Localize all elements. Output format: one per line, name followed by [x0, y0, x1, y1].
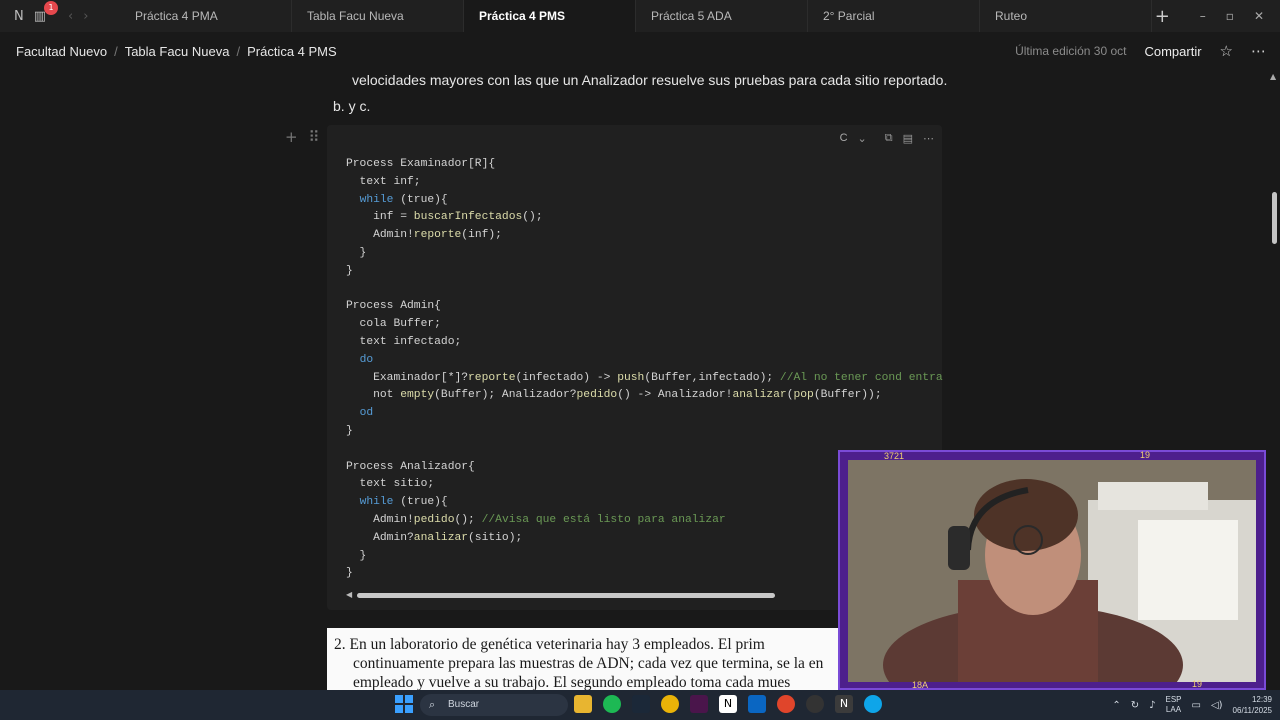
code-line: inf = buscarInfectados();: [346, 211, 543, 224]
chrome-icon[interactable]: [661, 695, 679, 713]
tab-practica-4-pma[interactable]: Práctica 4 PMA: [120, 0, 292, 32]
exercise-image: 2. En un laboratorio de genética veterin…: [327, 628, 847, 690]
code-line: Admin!reporte(inf);: [346, 229, 502, 242]
search-icon: ⌕: [429, 698, 436, 711]
code-toolbar: C ⌄ ⧉ ▤ ⋯: [840, 131, 934, 145]
breadcrumb-item-facultad[interactable]: Facultad Nuevo: [16, 44, 107, 59]
taskbar-search[interactable]: ⌕ Buscar: [420, 694, 568, 716]
search-placeholder: Buscar: [448, 699, 480, 710]
tab-practica-4-pms[interactable]: Práctica 4 PMS: [464, 0, 636, 32]
code-line: do: [359, 353, 374, 366]
microphone-icon[interactable]: ♪: [1149, 700, 1155, 711]
scroll-up-icon[interactable]: ▲: [1270, 72, 1276, 81]
code-line: while (true){: [359, 193, 448, 206]
tab-ruteo[interactable]: Ruteo: [980, 0, 1152, 32]
code-line: }: [346, 246, 367, 259]
forward-arrow-icon[interactable]: ›: [83, 9, 88, 24]
chrome-alt-icon[interactable]: [777, 695, 795, 713]
sync-icon[interactable]: ↻: [1131, 700, 1139, 711]
code-line: Process Admin{: [346, 300, 441, 313]
close-icon[interactable]: ✕: [1254, 9, 1264, 23]
browser-tab-bar: N ▥ 1 ‹ › Práctica 4 PMA Tabla Facu Nueva…: [0, 0, 1280, 32]
code-line: }: [346, 264, 353, 277]
spotify-icon[interactable]: [603, 695, 621, 713]
code-line: text inf;: [346, 175, 421, 188]
more-options-icon[interactable]: ⋯: [1251, 42, 1266, 60]
favorite-star-icon[interactable]: ☆: [1220, 42, 1233, 60]
vertical-scrollbar-thumb[interactable]: [1272, 192, 1277, 244]
paper-line: continuamente prepara las muestras de AD…: [353, 655, 824, 672]
breadcrumb-separator: /: [114, 43, 118, 59]
breadcrumb-separator: /: [236, 43, 241, 59]
code-line: }: [346, 424, 353, 437]
steam-icon[interactable]: [632, 695, 650, 713]
tab-practica-5-ada[interactable]: Práctica 5 ADA: [636, 0, 808, 32]
tab-bar-icons: N ▥ 1 ‹ ›: [0, 0, 120, 32]
code-line: Process Examinador[R]{: [346, 158, 496, 170]
page-header: Facultad Nuevo / Tabla Facu Nueva / Prác…: [0, 32, 1280, 70]
code-line: not empty(Buffer); Analizador?pedido() -…: [346, 389, 882, 402]
chevron-down-icon[interactable]: ⌄: [858, 132, 867, 145]
block-handles: + ⠿: [285, 128, 319, 146]
webcam-label-bottom-left: 18A: [912, 680, 929, 690]
system-tray: ⌃ ↻ ♪ ESP LAA ▭ ◁) 12:39 06/11/2025: [1112, 690, 1272, 720]
copy-icon[interactable]: ⧉: [885, 131, 893, 145]
notification-badge: 1: [44, 0, 59, 15]
notion-app-icon[interactable]: N: [719, 695, 737, 713]
obs-icon[interactable]: [806, 695, 824, 713]
language-top: ESP: [1165, 695, 1182, 704]
clock[interactable]: 12:39 06/11/2025: [1233, 694, 1272, 716]
tab-tabla-facu-nueva[interactable]: Tabla Facu Nueva: [292, 0, 464, 32]
notion-logo-icon[interactable]: N: [14, 9, 24, 24]
windows-start-icon[interactable]: [395, 695, 413, 713]
clock-time: 12:39: [1251, 695, 1272, 704]
tray-chevron-icon[interactable]: ⌃: [1112, 700, 1120, 711]
code-line: text infectado;: [346, 335, 462, 348]
notion-active-icon[interactable]: N: [835, 695, 853, 713]
paper-line: 2. En un laboratorio de genética veterin…: [334, 636, 765, 653]
webcam-person-illustration: [848, 460, 1256, 682]
back-arrow-icon[interactable]: ‹: [68, 9, 73, 24]
code-line: cola Buffer;: [346, 318, 441, 331]
caption-icon[interactable]: ▤: [903, 132, 913, 145]
horizontal-scrollbar[interactable]: ◀: [346, 590, 776, 600]
maximize-icon[interactable]: ▫: [1226, 9, 1234, 23]
code-more-icon[interactable]: ⋯: [923, 132, 934, 145]
windows-taskbar: ⌕ Buscar N N ⌃ ↻ ♪ ESP LAA ▭ ◁) 12:39 06…: [0, 690, 1280, 720]
sub-heading: b. y c.: [333, 98, 371, 114]
clock-date: 06/11/2025: [1232, 706, 1272, 715]
webcam-overlay: 3721 19 18A 19: [838, 450, 1266, 690]
tab-2-parcial[interactable]: 2° Parcial: [808, 0, 980, 32]
code-language-selector[interactable]: C: [840, 132, 848, 144]
file-explorer-icon[interactable]: [574, 695, 592, 713]
new-tab-icon[interactable]: +: [1155, 6, 1170, 27]
webcam-label-bottom-right: 19: [1192, 679, 1203, 689]
taskbar-apps: N N: [574, 695, 882, 713]
scrollbar-thumb[interactable]: [357, 593, 775, 598]
vertical-scrollbar[interactable]: ▲: [1268, 70, 1280, 690]
edge-icon[interactable]: [864, 695, 882, 713]
sidebar-toggle-icon[interactable]: ▥ 1: [34, 0, 59, 24]
code-line: Examinador[*]?reporte(infectado) -> push…: [346, 371, 943, 384]
last-edit-label: Última edición 30 oct: [1015, 44, 1127, 58]
paragraph-text: velocidades mayores con las que un Anali…: [352, 72, 948, 88]
language-indicator[interactable]: ESP LAA: [1165, 695, 1181, 715]
network-icon[interactable]: ▭: [1192, 700, 1201, 711]
webcam-video: [848, 460, 1256, 682]
webcam-label-top-right: 19: [1140, 450, 1151, 460]
minimize-icon[interactable]: –: [1200, 9, 1206, 23]
language-bottom: LAA: [1165, 705, 1182, 714]
breadcrumb-item-practica[interactable]: Práctica 4 PMS: [247, 44, 337, 59]
drag-handle-icon[interactable]: ⠿: [308, 128, 319, 146]
slack-icon[interactable]: [690, 695, 708, 713]
share-button[interactable]: Compartir: [1144, 44, 1201, 59]
vscode-icon[interactable]: [748, 695, 766, 713]
breadcrumb-item-tabla[interactable]: Tabla Facu Nueva: [125, 44, 230, 59]
scroll-left-icon[interactable]: ◀: [346, 590, 352, 599]
add-block-icon[interactable]: +: [285, 128, 298, 146]
code-line: od: [359, 407, 374, 420]
volume-icon[interactable]: ◁): [1211, 700, 1223, 711]
paper-line: empleado y vuelve a su trabajo. El segun…: [353, 674, 791, 690]
